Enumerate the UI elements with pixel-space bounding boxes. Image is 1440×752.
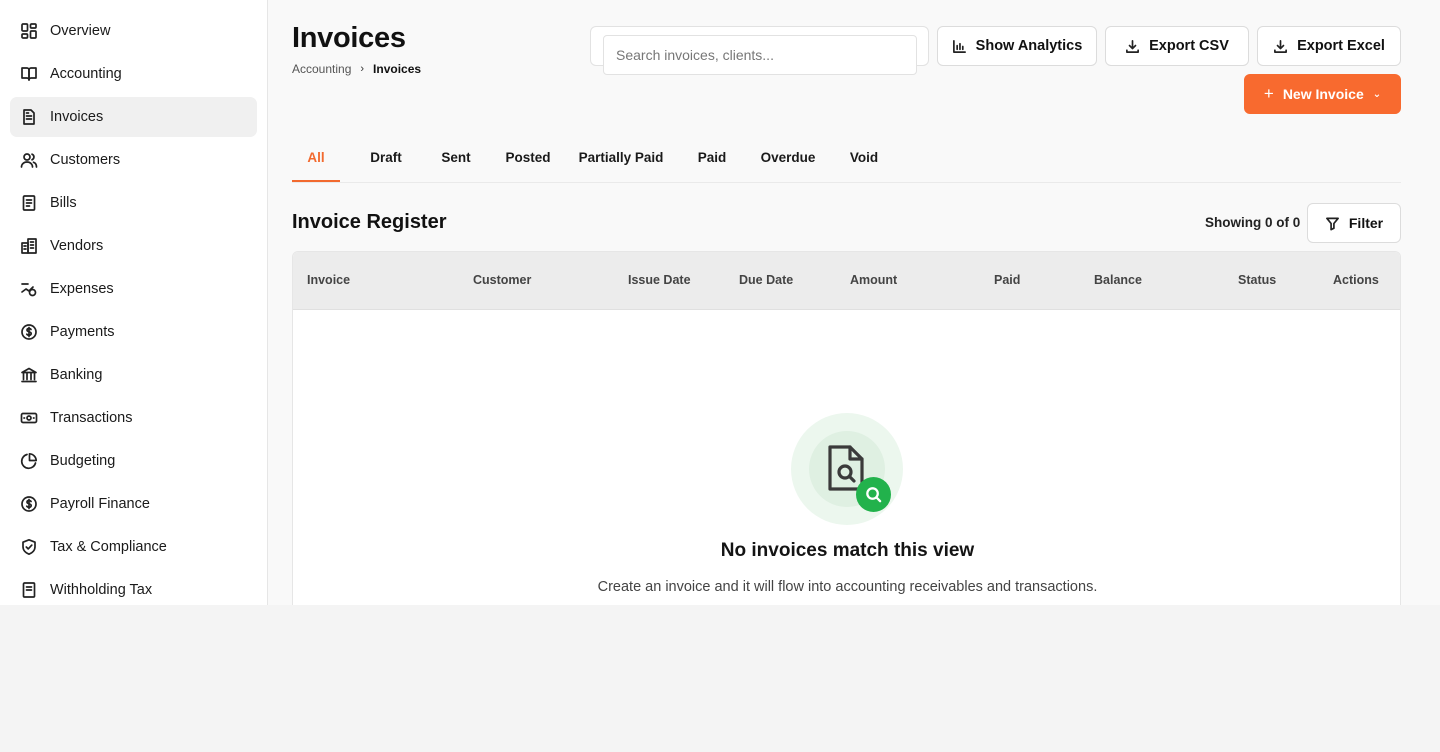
sidebar-item-label: Accounting — [50, 66, 122, 82]
tab-overdue[interactable]: Overdue — [758, 133, 818, 182]
sidebar-item-bills[interactable]: Bills — [10, 183, 257, 223]
shield-icon — [20, 538, 38, 556]
bill-icon — [20, 194, 38, 212]
bank-icon — [20, 366, 38, 384]
sidebar-item-label: Overview — [50, 23, 111, 39]
search-box — [590, 26, 929, 75]
sidebar-item-label: Payroll Finance — [50, 496, 150, 512]
sidebar-item-label: Vendors — [50, 238, 104, 254]
column-header-amount[interactable]: Amount — [850, 273, 897, 287]
sidebar-item-expenses[interactable]: Expenses — [10, 269, 257, 309]
tab-partially-paid[interactable]: Partially Paid — [576, 133, 666, 182]
filter-button[interactable]: Filter — [1307, 203, 1401, 243]
sidebar-item-label: Tax & Compliance — [50, 539, 167, 555]
sidebar-item-label: Bills — [50, 195, 77, 211]
status-tabs: All Draft Sent Posted Partially Paid Pai… — [292, 133, 910, 182]
empty-state-illustration — [791, 413, 903, 525]
tab-sent[interactable]: Sent — [432, 133, 480, 182]
tab-posted[interactable]: Posted — [480, 133, 576, 182]
sidebar-item-label: Banking — [50, 367, 103, 383]
invoice-table: Invoice Customer Issue Date Due Date Amo… — [292, 251, 1401, 605]
sidebar-item-label: Withholding Tax — [50, 582, 153, 598]
sidebar-item-budgeting[interactable]: Budgeting — [10, 441, 257, 481]
cash-icon — [20, 409, 38, 427]
new-invoice-button[interactable]: + New Invoice ⌄ — [1244, 74, 1401, 114]
sidebar-item-invoices[interactable]: Invoices — [10, 97, 257, 137]
column-header-invoice[interactable]: Invoice — [307, 273, 350, 287]
search-input[interactable] — [603, 35, 917, 75]
download-icon — [1274, 39, 1288, 53]
export-excel-label: Export Excel — [1297, 38, 1385, 54]
sidebar-item-label: Budgeting — [50, 453, 116, 469]
sidebar-item-label: Expenses — [50, 281, 114, 297]
table-header: Invoice Customer Issue Date Due Date Amo… — [293, 252, 1400, 310]
receipt-icon — [20, 581, 38, 599]
sidebar-item-accounting[interactable]: Accounting — [10, 54, 257, 94]
breadcrumb-current: Invoices — [373, 62, 422, 76]
column-header-paid[interactable]: Paid — [994, 273, 1020, 287]
tab-paid[interactable]: Paid — [666, 133, 758, 182]
sidebar-item-transactions[interactable]: Transactions — [10, 398, 257, 438]
filter-label: Filter — [1348, 215, 1384, 231]
building-icon — [20, 237, 38, 255]
page-title: Invoices — [292, 22, 406, 54]
export-excel-button[interactable]: Export Excel — [1257, 26, 1401, 66]
invoice-icon — [20, 108, 38, 126]
sidebar-item-label: Customers — [50, 152, 121, 168]
tab-void[interactable]: Void — [818, 133, 910, 182]
chevron-down-icon[interactable]: ⌄ — [1373, 89, 1381, 100]
export-csv-button[interactable]: Export CSV — [1105, 26, 1249, 66]
sidebar-item-label: Invoices — [50, 109, 104, 125]
sidebar-item-withholding-tax[interactable]: Withholding Tax — [10, 570, 257, 605]
plus-icon: + — [1263, 84, 1274, 103]
sidebar-item-customers[interactable]: Customers — [10, 140, 257, 180]
sidebar-item-banking[interactable]: Banking — [10, 355, 257, 395]
column-header-status[interactable]: Status — [1238, 273, 1276, 287]
showing-count: Showing 0 of 0 — [1205, 215, 1301, 230]
column-header-balance[interactable]: Balance — [1094, 273, 1142, 287]
sidebar-item-label: Payments — [50, 324, 115, 340]
sidebar-item-tax-compliance[interactable]: Tax & Compliance — [10, 527, 257, 567]
new-invoice-label: New Invoice — [1282, 86, 1364, 102]
dollar-icon — [20, 495, 38, 513]
tab-all[interactable]: All — [292, 133, 340, 182]
pie-icon — [20, 452, 38, 470]
column-header-due-date[interactable]: Due Date — [739, 273, 793, 287]
overview-icon — [20, 22, 38, 40]
dollar-icon — [20, 323, 38, 341]
show-analytics-button[interactable]: Show Analytics — [937, 26, 1097, 66]
tab-draft[interactable]: Draft — [340, 133, 432, 182]
sidebar-item-payments[interactable]: Payments — [10, 312, 257, 352]
breadcrumb-parent[interactable]: Accounting — [292, 62, 351, 76]
export-csv-label: Export CSV — [1149, 38, 1229, 54]
download-icon — [1126, 39, 1140, 53]
column-header-customer[interactable]: Customer — [473, 273, 531, 287]
sidebar: Overview Accounting Invoices Customers B… — [0, 0, 268, 605]
sidebar-item-overview[interactable]: Overview — [10, 11, 257, 51]
sidebar-item-label: Transactions — [50, 410, 133, 426]
show-analytics-label: Show Analytics — [975, 38, 1083, 54]
sidebar-item-vendors[interactable]: Vendors — [10, 226, 257, 266]
chevron-right-icon: › — [360, 63, 365, 75]
tabs-divider — [292, 182, 1401, 183]
expense-icon — [20, 280, 38, 298]
column-header-actions: Actions — [1333, 273, 1379, 287]
filter-icon — [1325, 217, 1339, 230]
empty-state-title: No invoices match this view — [720, 540, 975, 561]
empty-state-subtitle: Create an invoice and it will flow into … — [597, 579, 1098, 595]
column-header-issue-date[interactable]: Issue Date — [628, 273, 691, 287]
bar-chart-icon — [952, 39, 966, 53]
breadcrumb: Accounting › Invoices — [292, 62, 421, 76]
users-icon — [20, 151, 38, 169]
sidebar-item-payroll-finance[interactable]: Payroll Finance — [10, 484, 257, 524]
main-content: Invoices Accounting › Invoices Show Anal… — [268, 0, 1440, 605]
search-badge-icon — [856, 477, 891, 512]
register-title: Invoice Register — [292, 211, 447, 233]
book-icon — [20, 65, 38, 83]
app-window: Overview Accounting Invoices Customers B… — [0, 0, 1440, 605]
